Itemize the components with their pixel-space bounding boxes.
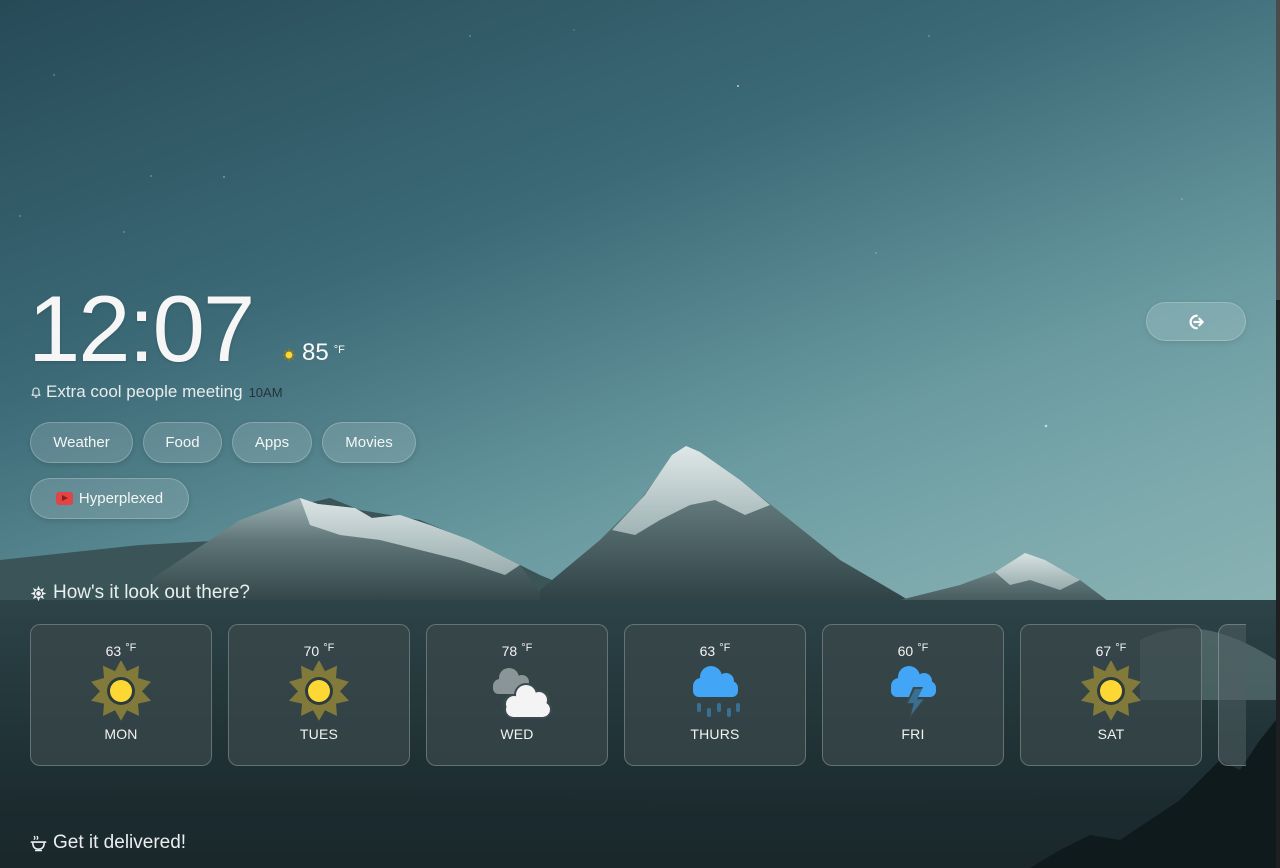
forecast-temp-value: 60 — [897, 643, 914, 659]
forecast-temperature: 70 °F — [303, 642, 335, 659]
forecast-temp-unit: °F — [719, 642, 731, 654]
current-temperature-unit: °F — [333, 344, 345, 356]
forecast-temp-value: 67 — [1095, 643, 1112, 659]
quick-link-label: Hyperplexed — [78, 490, 164, 507]
clouds-icon — [493, 668, 552, 719]
scrollbar-thumb[interactable] — [1276, 0, 1280, 300]
sun-icon — [1081, 661, 1141, 721]
forecast-card-sat[interactable]: 67 °F SAT — [1020, 624, 1202, 766]
forecast-day: TUES — [299, 726, 339, 742]
gear-sun-icon — [30, 585, 47, 601]
forecast-card-mon[interactable]: 63 °F MON — [30, 624, 212, 766]
forecast-temp-value: 78 — [501, 643, 518, 659]
sun-icon — [281, 347, 297, 363]
forecast-card-tues[interactable]: 70 °F TUES — [228, 624, 410, 766]
quick-link-hyperplexed[interactable]: Hyperplexed — [30, 478, 189, 519]
quick-link-label: Food — [165, 434, 200, 451]
forecast-day: MON — [104, 726, 138, 742]
forecast-temp-value: 63 — [699, 643, 716, 659]
clock: 12:07 — [28, 276, 255, 381]
weather-section-label: How's it look out there? — [53, 582, 250, 603]
quick-link-label: Weather — [53, 434, 110, 451]
weather-section-title: How's it look out there? — [30, 582, 250, 604]
logout-button[interactable] — [1146, 302, 1246, 341]
reminder-time: 10AM — [248, 385, 283, 400]
forecast-temp-unit: °F — [917, 642, 929, 654]
quick-link-weather[interactable]: Weather — [30, 422, 133, 463]
forecast-temp-value: 63 — [105, 643, 122, 659]
current-weather: 85 °F — [281, 341, 345, 365]
forecast-temp-value: 70 — [303, 643, 320, 659]
forecast-day: FRI — [901, 726, 925, 742]
quick-link-movies[interactable]: Movies — [322, 422, 416, 463]
forecast-temperature: 63 °F — [105, 642, 137, 659]
forecast-card-wed[interactable]: 78 °F WED — [426, 624, 608, 766]
forecast-card-partial[interactable] — [1218, 624, 1246, 766]
current-temperature: 85 — [302, 339, 329, 366]
dashboard: 12:07 85 °F Extra cool people meeting 10… — [0, 0, 1280, 868]
forecast-temp-unit: °F — [521, 642, 533, 654]
forecast-day: WED — [500, 726, 534, 742]
forecast-card-thurs[interactable]: 63 °F THURS — [624, 624, 806, 766]
quick-link-food[interactable]: Food — [143, 422, 222, 463]
forecast-day: THURS — [690, 726, 740, 742]
logout-icon — [1189, 314, 1204, 329]
rain-cloud-icon — [693, 666, 740, 717]
reminder-title: Extra cool people meeting — [46, 382, 243, 401]
bell-icon — [31, 386, 41, 398]
forecast-temp-unit: °F — [125, 642, 137, 654]
quick-link-apps[interactable]: Apps — [232, 422, 312, 463]
delivery-section-label: Get it delivered! — [53, 832, 187, 853]
quick-link-label: Movies — [345, 434, 393, 451]
forecast-temp-unit: °F — [323, 642, 335, 654]
forecast-card-fri[interactable]: 60 °F FRI — [822, 624, 1004, 766]
thunder-cloud-icon — [891, 666, 936, 719]
bowl-icon — [30, 835, 47, 851]
forecast-temperature: 60 °F — [897, 642, 929, 659]
forecast-temp-unit: °F — [1115, 642, 1127, 654]
youtube-icon — [55, 492, 73, 505]
forecast-temperature: 67 °F — [1095, 642, 1127, 659]
forecast-day: SAT — [1097, 726, 1125, 742]
forecast-temperature: 78 °F — [501, 642, 533, 659]
quick-link-label: Apps — [254, 434, 290, 451]
reminder: Extra cool people meeting 10AM — [30, 382, 283, 402]
forecast-temperature: 63 °F — [699, 642, 731, 659]
delivery-section-title: Get it delivered! — [30, 832, 186, 854]
sun-icon — [289, 661, 349, 721]
sun-icon — [91, 661, 151, 721]
